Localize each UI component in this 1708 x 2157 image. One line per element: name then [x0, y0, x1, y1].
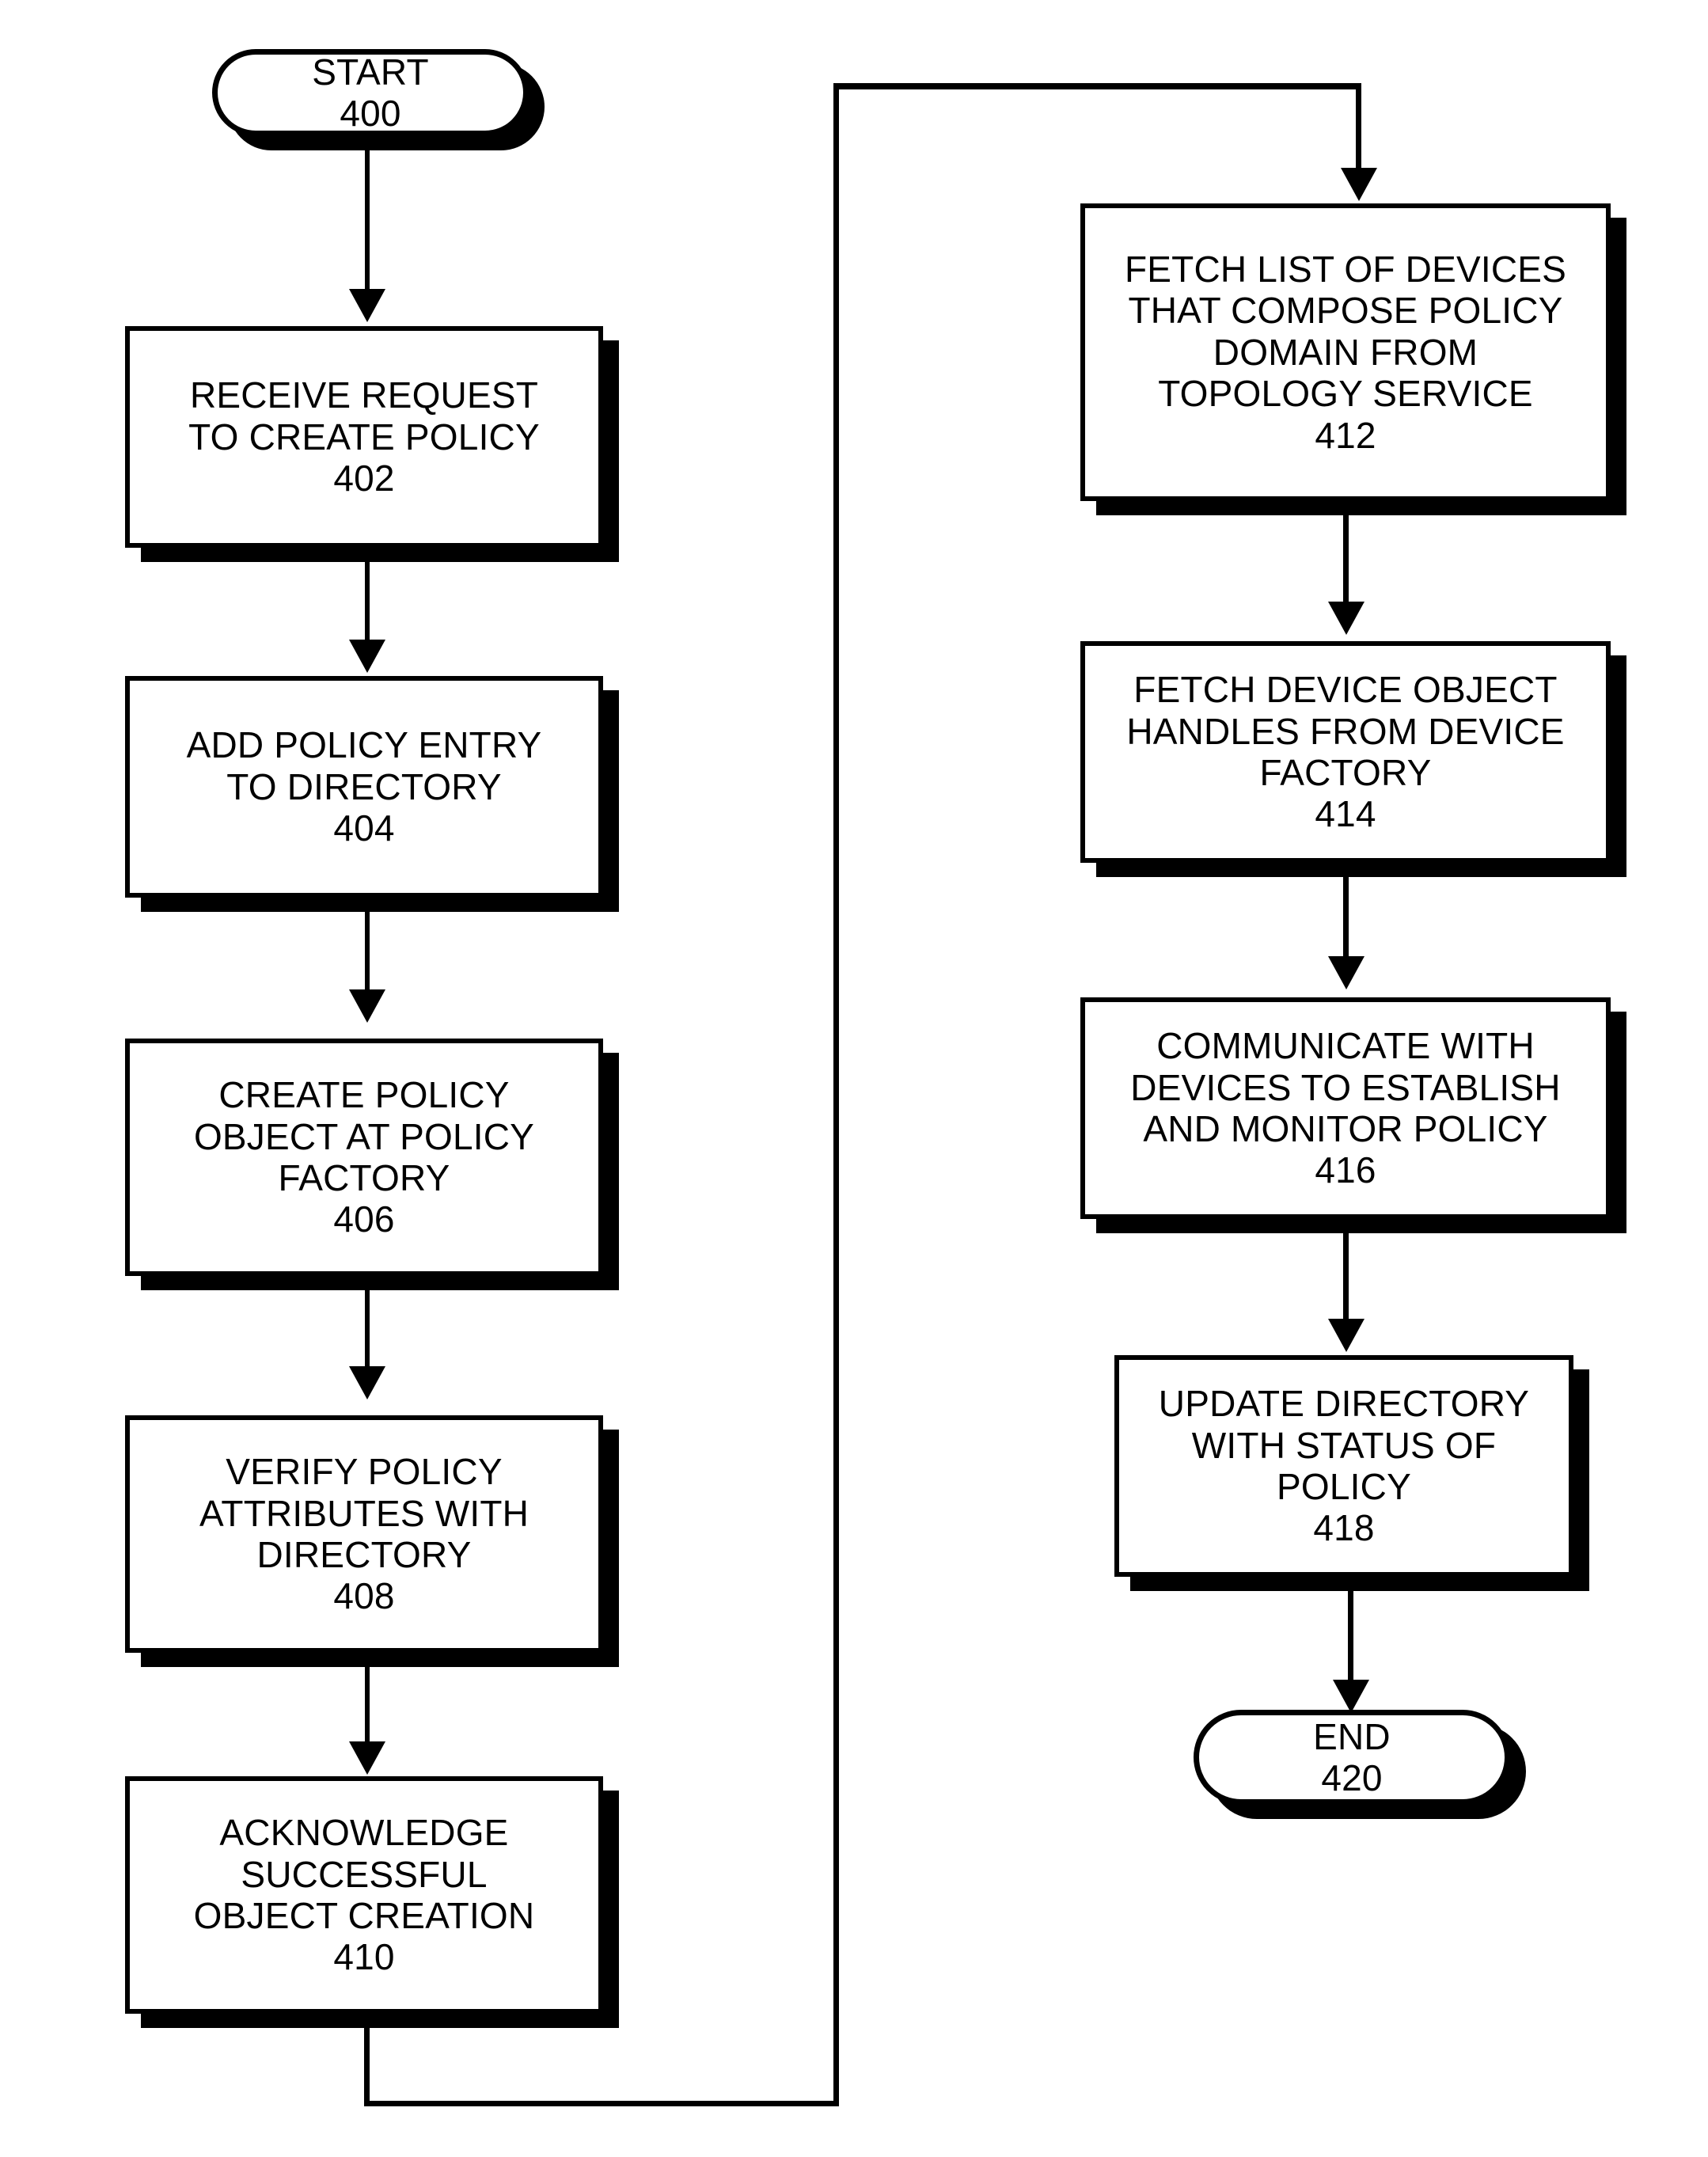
end-node-line-1: END: [1313, 1715, 1391, 1757]
node-404-line-1: ADD POLICY ENTRY: [186, 724, 542, 766]
node-412-line-5: 412: [1315, 414, 1376, 456]
node-402-line-3: 402: [333, 458, 395, 499]
edge-410-412-seg-down: [364, 2014, 370, 2106]
node-412-line-4: TOPOLOGY SERVICE: [1158, 373, 1533, 415]
node-406-line-2: OBJECT AT POLICY: [193, 1115, 535, 1157]
edge-410-412-seg-bottom: [364, 2101, 839, 2106]
node-416: COMMUNICATE WITH DEVICES TO ESTABLISH AN…: [1080, 997, 1611, 1219]
edge-408-410-arrowhead: [349, 1741, 385, 1775]
node-414-line-4: 414: [1315, 793, 1376, 835]
edge-404-406-line: [365, 898, 370, 993]
edge-418-end-arrowhead: [1333, 1680, 1369, 1713]
edge-402-404-line: [365, 548, 370, 643]
edge-410-412-seg-up: [833, 83, 839, 2106]
edge-404-406-arrowhead: [349, 989, 385, 1023]
node-410-line-2: SUCCESSFUL: [241, 1853, 488, 1895]
start-node-line-1: START: [312, 51, 429, 93]
edge-406-408-line: [365, 1276, 370, 1369]
edge-410-412-seg-top: [833, 83, 1361, 89]
node-410-line-1: ACKNOWLEDGE: [219, 1812, 509, 1854]
node-416-line-2: DEVICES TO ESTABLISH: [1130, 1066, 1561, 1108]
edge-416-418-line: [1343, 1219, 1349, 1322]
node-412: FETCH LIST OF DEVICES THAT COMPOSE POLIC…: [1080, 203, 1611, 501]
node-412-line-3: DOMAIN FROM: [1213, 331, 1478, 373]
node-406-line-1: CREATE POLICY: [218, 1074, 510, 1116]
node-414: FETCH DEVICE OBJECT HANDLES FROM DEVICE …: [1080, 641, 1611, 863]
node-416-line-3: AND MONITOR POLICY: [1143, 1108, 1548, 1149]
edge-414-416-line: [1343, 863, 1349, 959]
start-node: START 400: [212, 49, 529, 136]
node-410-line-3: OBJECT CREATION: [193, 1895, 535, 1936]
edge-412-414-arrowhead: [1328, 602, 1365, 635]
node-408-line-4: 408: [333, 1575, 395, 1617]
edge-418-end-line: [1348, 1577, 1353, 1684]
edge-408-410-line: [365, 1653, 370, 1745]
node-418-line-1: UPDATE DIRECTORY: [1158, 1383, 1530, 1425]
edge-start-402-line: [365, 136, 370, 293]
node-406-line-4: 406: [333, 1198, 395, 1240]
node-404-line-3: 404: [333, 807, 395, 849]
node-410-line-4: 410: [333, 1936, 395, 1978]
node-418-line-2: WITH STATUS OF: [1191, 1424, 1497, 1466]
node-410: ACKNOWLEDGE SUCCESSFUL OBJECT CREATION 4…: [125, 1776, 603, 2014]
node-406-line-3: FACTORY: [278, 1157, 450, 1198]
node-412-line-1: FETCH LIST OF DEVICES: [1125, 248, 1566, 290]
edge-402-404-arrowhead: [349, 640, 385, 673]
edge-start-402-arrowhead: [349, 289, 385, 322]
node-414-line-3: FACTORY: [1259, 752, 1432, 793]
node-412-line-2: THAT COMPOSE POLICY: [1128, 290, 1563, 332]
node-406: CREATE POLICY OBJECT AT POLICY FACTORY 4…: [125, 1039, 603, 1276]
end-node-line-2: 420: [1321, 1757, 1383, 1798]
node-408-line-2: ATTRIBUTES WITH: [199, 1492, 529, 1534]
node-408: VERIFY POLICY ATTRIBUTES WITH DIRECTORY …: [125, 1415, 603, 1653]
node-402-line-1: RECEIVE REQUEST: [189, 374, 539, 416]
edge-414-416-arrowhead: [1328, 956, 1365, 989]
node-416-line-4: 416: [1315, 1149, 1376, 1191]
start-node-line-2: 400: [340, 93, 401, 134]
edge-412-414-line: [1343, 501, 1349, 604]
edge-416-418-arrowhead: [1328, 1319, 1365, 1352]
node-404-line-2: TO DIRECTORY: [226, 765, 502, 807]
node-418-line-4: 418: [1313, 1507, 1375, 1549]
node-418: UPDATE DIRECTORY WITH STATUS OF POLICY 4…: [1114, 1355, 1573, 1577]
end-node: END 420: [1194, 1710, 1510, 1805]
node-416-line-1: COMMUNICATE WITH: [1156, 1025, 1535, 1067]
node-402-line-2: TO CREATE POLICY: [188, 416, 540, 458]
node-414-line-2: HANDLES FROM DEVICE: [1126, 710, 1565, 752]
node-404: ADD POLICY ENTRY TO DIRECTORY 404: [125, 676, 603, 898]
node-408-line-3: DIRECTORY: [256, 1534, 472, 1575]
node-402: RECEIVE REQUEST TO CREATE POLICY 402: [125, 326, 603, 548]
edge-410-412-arrowhead: [1341, 168, 1377, 201]
node-408-line-1: VERIFY POLICY: [226, 1451, 503, 1493]
flowchart-canvas: START 400 RECEIVE REQUEST TO CREATE POLI…: [0, 0, 1708, 2157]
node-414-line-1: FETCH DEVICE OBJECT: [1133, 669, 1558, 711]
node-418-line-3: POLICY: [1277, 1466, 1411, 1507]
edge-410-412-seg-enter: [1356, 83, 1361, 171]
edge-406-408-arrowhead: [349, 1366, 385, 1399]
